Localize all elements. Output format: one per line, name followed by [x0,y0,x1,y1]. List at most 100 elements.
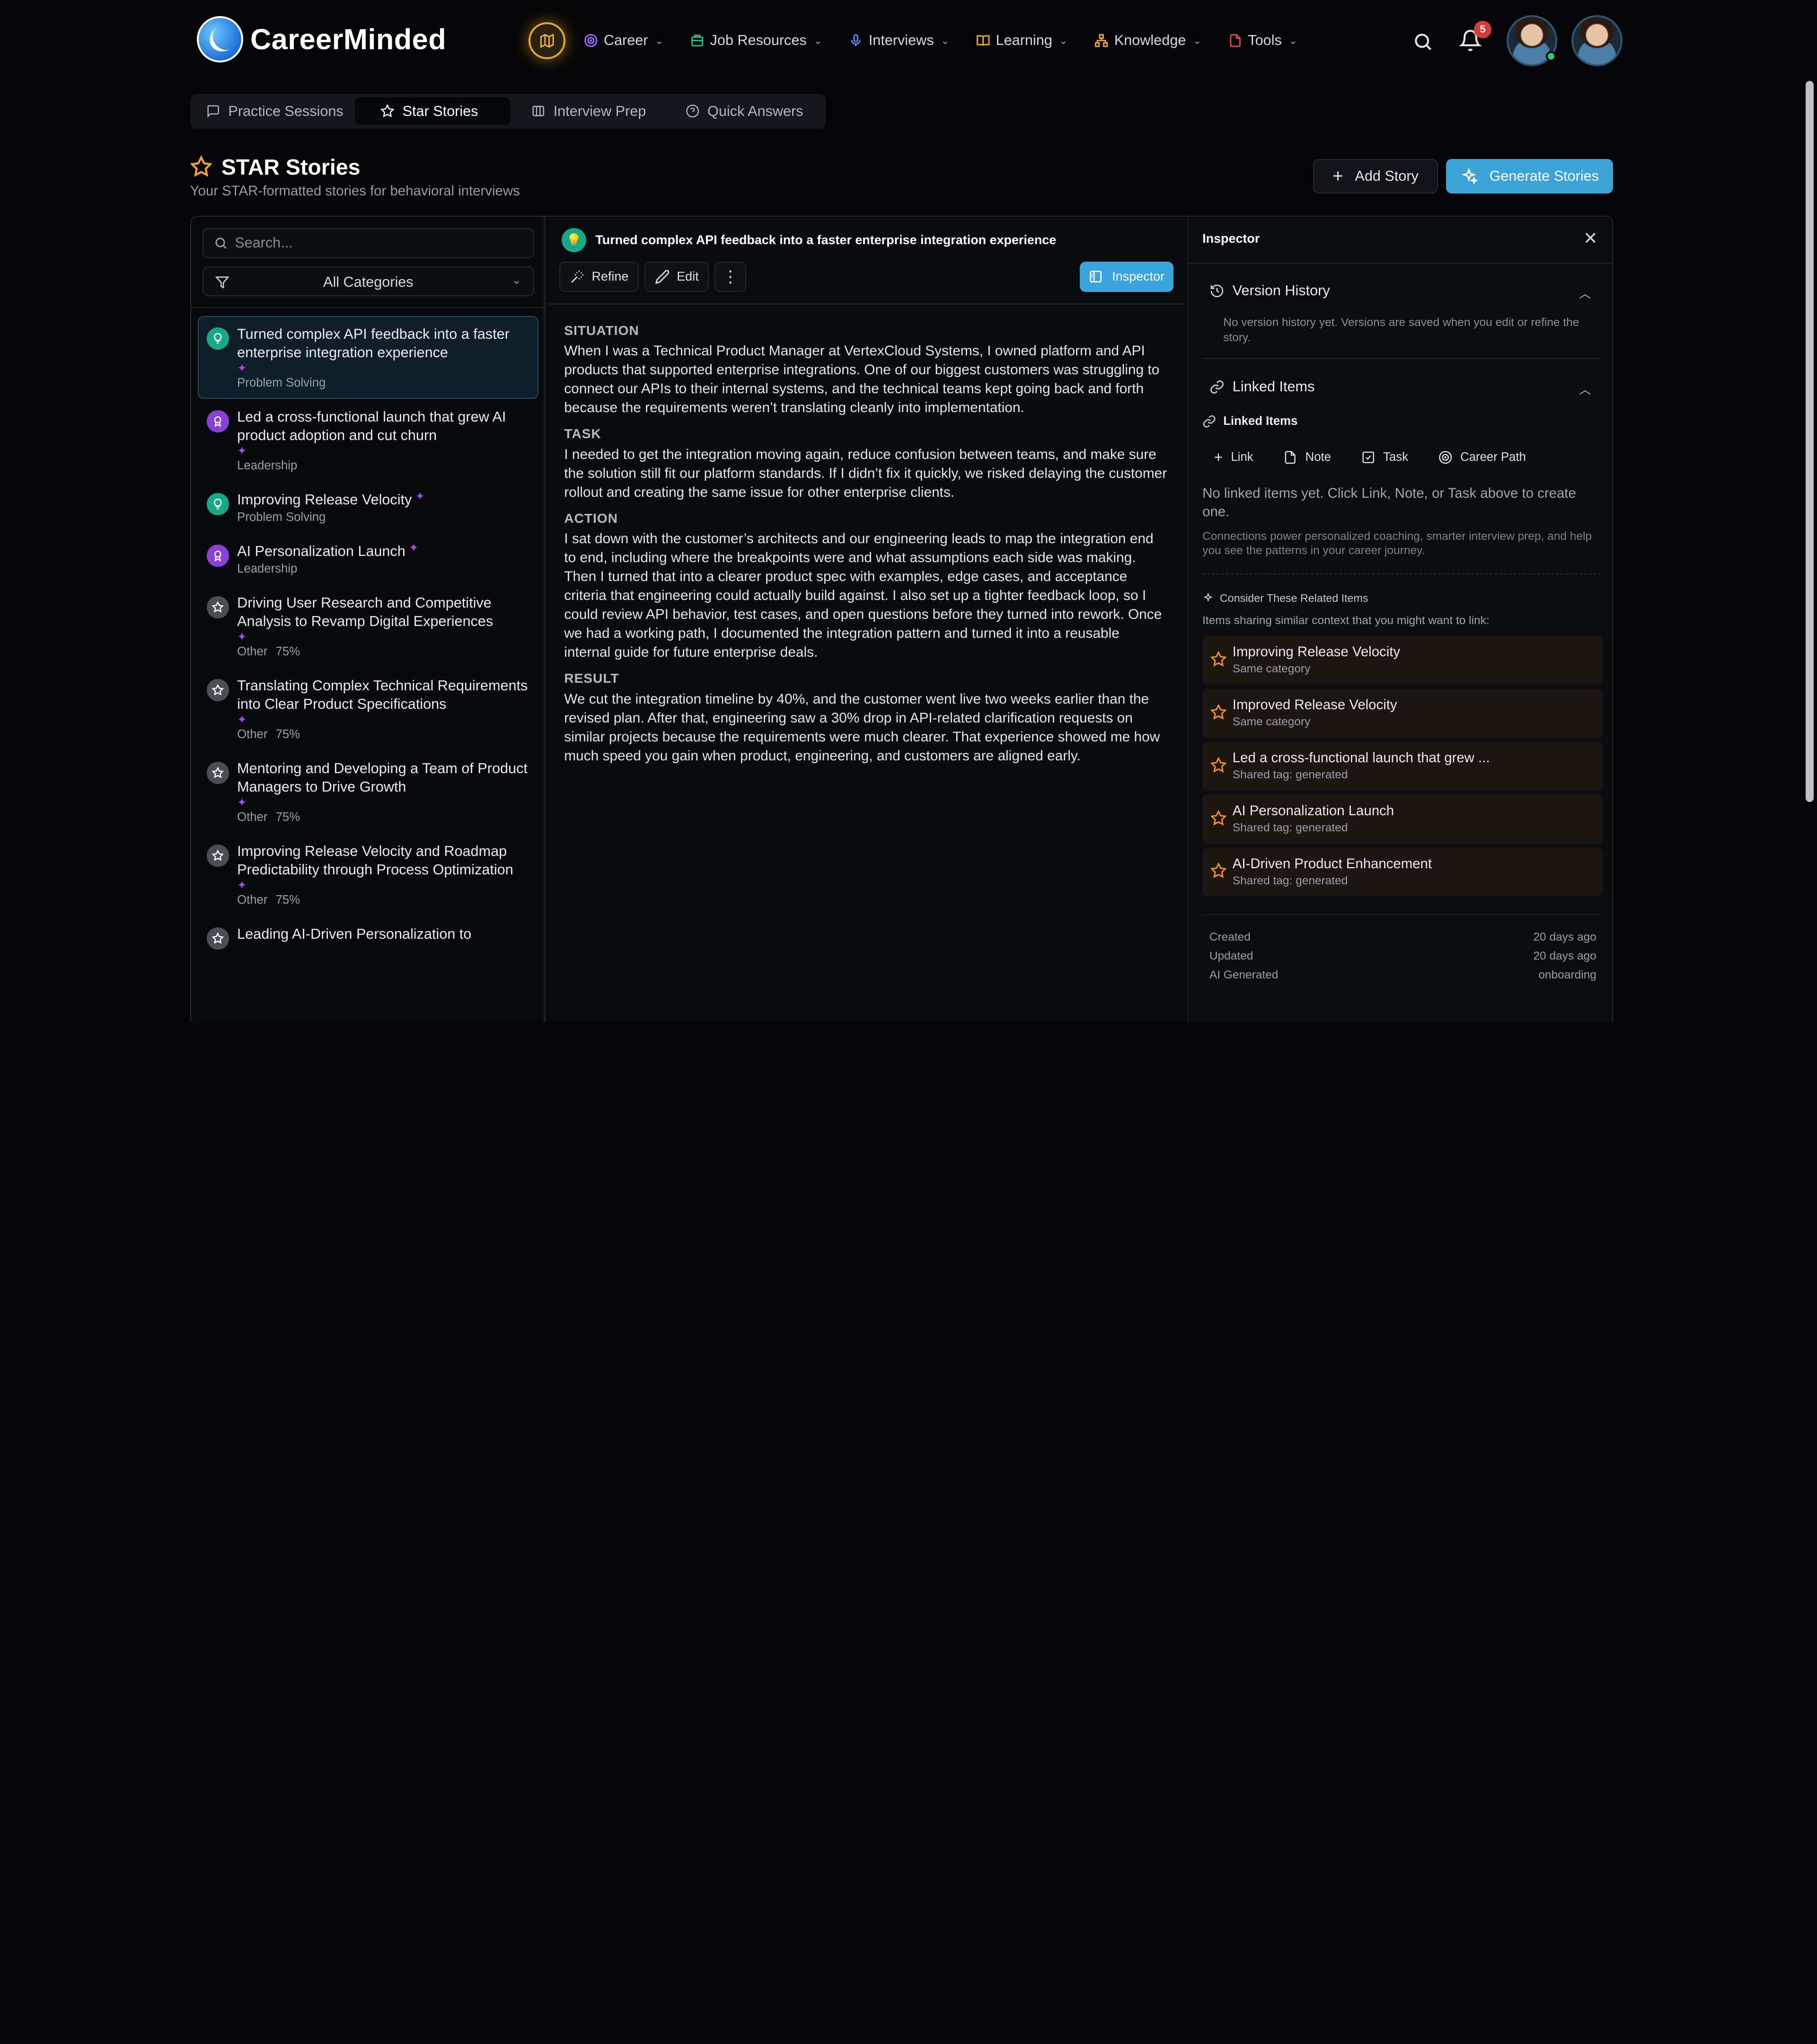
page-scrollbar[interactable] [1805,81,1814,802]
related-item-reason: Shared tag: generated [1232,821,1348,835]
story-list-item[interactable]: Turned complex API feedback into a faste… [198,316,539,399]
star-icon [1210,704,1227,720]
linked-items-label: Linked Items [1202,414,1297,428]
more-options-button[interactable]: ⋮ [714,262,746,292]
related-item[interactable]: AI Personalization Launch Shared tag: gen… [1202,794,1604,844]
chevron-down-icon: ⌄ [1288,34,1297,46]
section-title: Linked Items [1232,379,1315,395]
microphone-icon [851,34,861,46]
related-item[interactable]: Led a cross-functional launch that grew … [1202,741,1604,791]
nav-tools[interactable]: Tools ⌄ [1228,28,1297,53]
story-list-item[interactable]: Improving Release Velocity ✦ Problem Solvi… [198,482,538,533]
related-item[interactable]: Improving Release Velocity Same category [1202,636,1604,685]
related-item-title: Improved Release Velocity [1232,697,1397,713]
sparkles-icon: ✦ [237,361,247,375]
button-label: Inspector [1112,269,1165,284]
star-icon [1210,863,1227,879]
story-meta: Other 75% [237,893,529,907]
nav-knowledge[interactable]: Knowledge ⌄ [1094,28,1201,53]
story-list-item[interactable]: Improving Release Velocity and Roadmap P… [198,833,538,916]
story-list: Turned complex API feedback into a faste… [198,316,539,952]
lightbulb-icon [207,493,229,515]
add-career-path-button[interactable]: Career Path [1427,446,1537,469]
story-list-item[interactable]: Leading AI-Driven Personalization to [198,916,538,952]
network-icon [1095,34,1108,47]
story-toolbar: Refine Edit ⋮ [559,262,746,292]
tab-star-stories[interactable]: Star Stories [355,97,511,125]
story-title: Leading AI-Driven Personalization to [237,925,529,943]
link-icon [1210,380,1224,394]
search-input[interactable]: Search... [203,228,534,258]
tab-practice-sessions[interactable]: Practice Sessions [194,97,355,125]
chevron-up-icon[interactable]: ︿ [1579,381,1591,397]
story-list-item[interactable]: Translating Complex Technical Requiremen… [198,668,538,750]
logo-icon [197,16,244,63]
star-icon [207,679,229,701]
avatar-secondary[interactable] [1571,15,1623,66]
story-list-item[interactable]: Mentoring and Developing a Team of Produ… [198,750,538,833]
story-header: 💡 Turned complex API feedback into a fas… [562,228,1057,253]
tab-interview-prep[interactable]: Interview Prep [520,97,658,125]
story-title-text: Driving User Research and Competitive An… [237,595,494,630]
story-title: AI Personalization Launch ✦ [237,542,529,561]
version-history-header[interactable]: Version History [1209,282,1330,299]
meta-label: AI Generated [1209,969,1279,982]
category-filter-select[interactable]: All Categories ⌄ [203,266,534,297]
story-title-text: AI Personalization Launch [237,543,406,560]
add-task-button[interactable]: Task [1350,446,1420,469]
meta-row: AI Generated onboarding [1209,966,1596,985]
top-navigation: CareerMinded Career ⌄ Job Resources ⌄ In… [0,0,1817,83]
message-square-icon [207,105,219,118]
chevron-down-icon: ⌄ [655,34,664,46]
add-link-button[interactable]: + Link [1202,446,1265,469]
linked-items-header[interactable]: Linked Items [1209,379,1315,395]
nav-job-resources[interactable]: Job Resources ⌄ [690,28,822,53]
checkbox-icon [1362,451,1374,464]
tab-quick-answers[interactable]: Quick Answers [674,97,815,125]
nav-label: Job Resources [710,32,807,49]
linked-items-note: Connections power personalized coaching,… [1202,529,1592,557]
story-list-item[interactable]: AI Personalization Launch ✦ Leadership [198,533,538,585]
nav-label: Learning [996,32,1052,49]
related-item[interactable]: AI-Driven Product Enhancement Shared tag:… [1202,847,1604,897]
story-meta: Leadership [237,459,529,473]
nav-interviews[interactable]: Interviews ⌄ [849,28,950,53]
story-category: Leadership [237,562,298,575]
apps-button[interactable] [528,22,566,59]
refine-button[interactable]: Refine [559,262,639,292]
action-section: ACTION I sat down with the customer’s ar… [564,511,1169,662]
search-icon[interactable] [1412,31,1433,52]
stories-workspace: Search... All Categories ⌄ Turned comple… [190,215,1613,1022]
divider [547,303,1185,305]
brand-logo[interactable]: CareerMinded [197,16,446,63]
story-list-item[interactable]: Driving User Research and Competitive An… [198,585,538,668]
star-icon [207,762,229,784]
story-category: Other [237,727,268,741]
nav-career[interactable]: Career ⌄ [584,28,664,53]
add-story-button[interactable]: + Add Story [1313,159,1438,194]
section-text: We cut the integration timeline by 40%, … [564,691,1160,764]
story-list-item[interactable]: Led a cross-functional launch that grew … [198,399,538,482]
meta-label: Updated [1209,950,1253,963]
chevron-up-icon[interactable]: ︿ [1579,285,1591,301]
nav-label: Interviews [868,32,934,49]
generate-stories-button[interactable]: Generate Stories [1446,159,1613,194]
close-icon[interactable]: ✕ [1583,228,1598,248]
related-item[interactable]: Improved Release Velocity Same category [1202,688,1604,738]
related-item-title: AI-Driven Product Enhancement [1232,855,1432,872]
add-note-button[interactable]: Note [1272,446,1343,469]
page-subtitle: Your STAR-formatted stories for behavior… [190,183,520,199]
edit-button[interactable]: Edit [644,262,709,292]
label-text: Linked Items [1223,414,1298,428]
heading-text: Consider These Related Items [1219,591,1368,604]
inspector-toggle-button[interactable]: Inspector [1080,262,1174,292]
file-icon [1230,34,1241,47]
story-completeness: 75% [275,810,300,824]
nav-learning[interactable]: Learning ⌄ [976,28,1068,53]
story-title: Turned complex API feedback into a faste… [595,233,1057,247]
help-circle-icon [686,105,699,118]
building-icon [691,35,704,47]
star-icon [207,596,229,618]
button-label: Note [1305,450,1331,464]
story-category: Problem Solving [237,376,326,389]
